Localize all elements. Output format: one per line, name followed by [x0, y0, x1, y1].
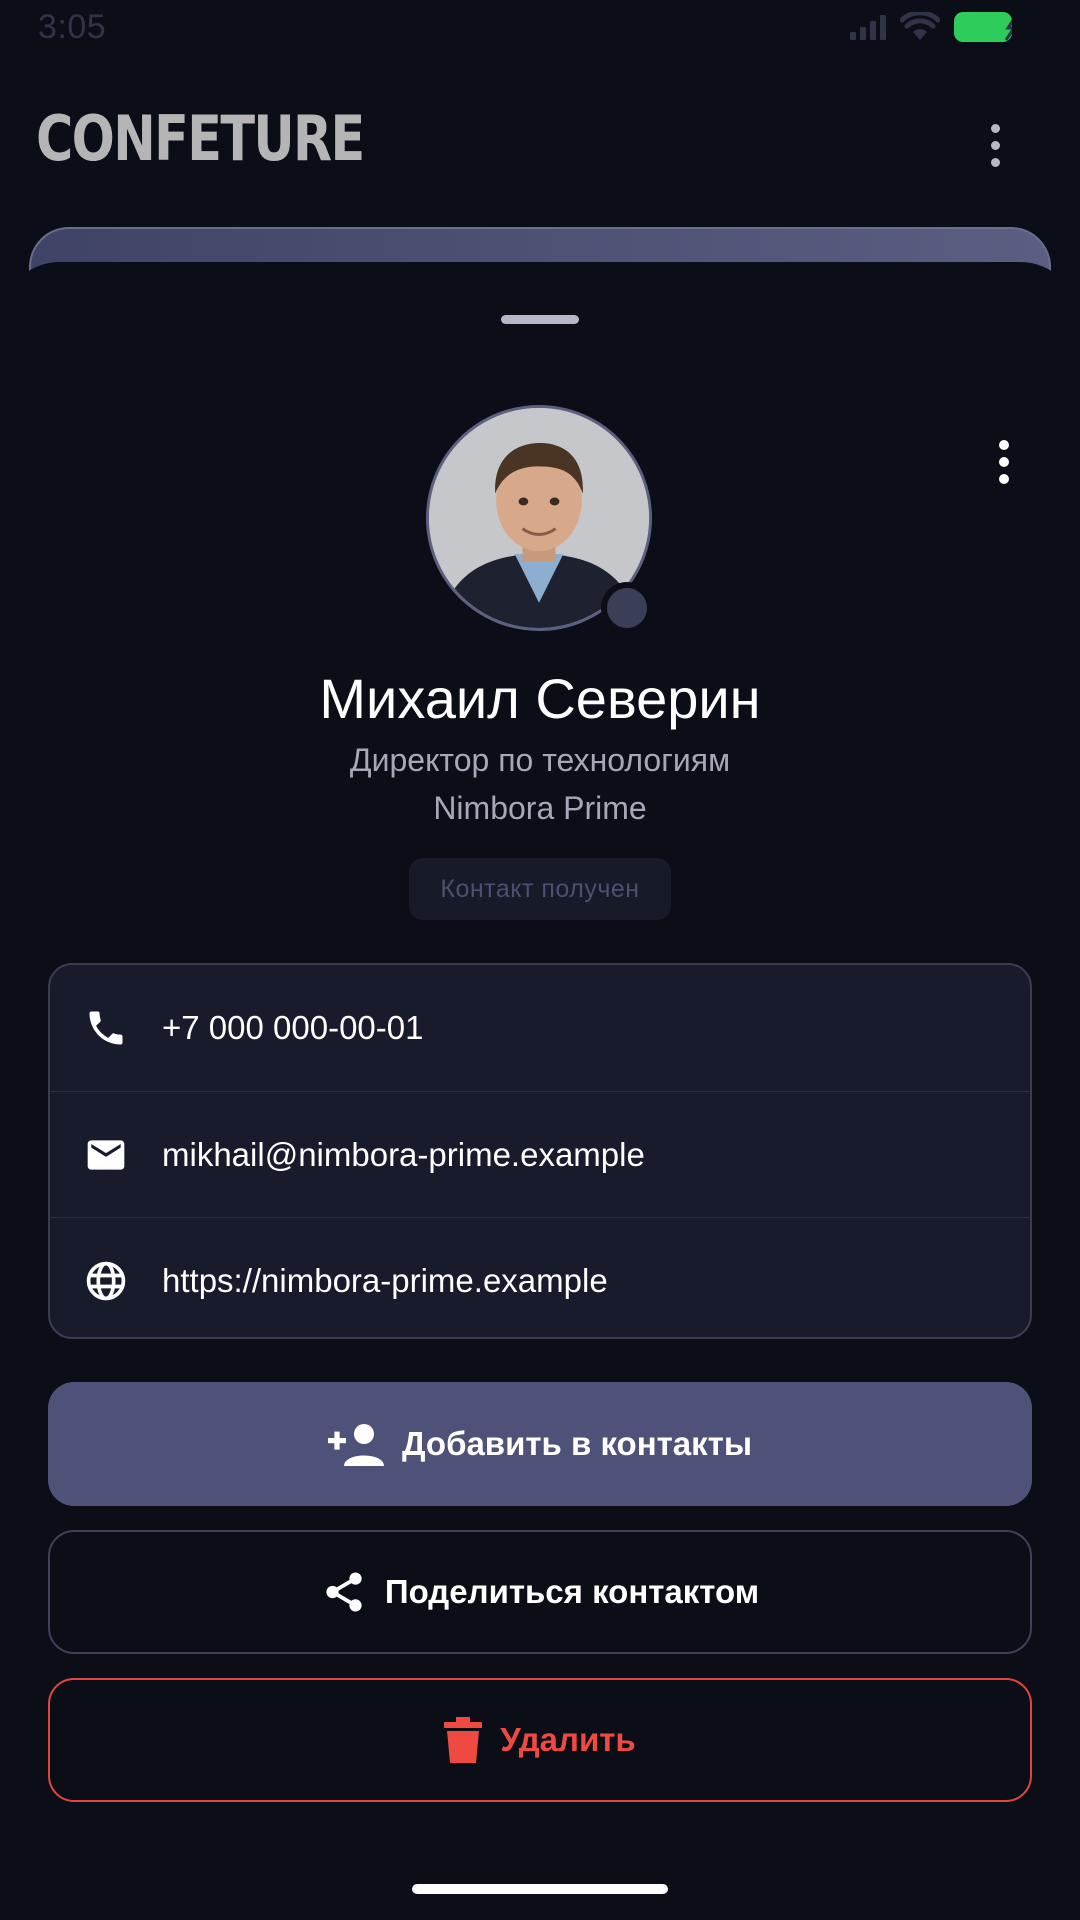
- phone-row[interactable]: +7 000 000-00-01: [50, 965, 1030, 1091]
- share-icon: [326, 1572, 362, 1612]
- phone-number: +7 000 000-00-01: [162, 1009, 424, 1046]
- delete-button[interactable]: Удалить: [48, 1678, 1032, 1802]
- add-to-contacts-label: Добавить в контакты: [402, 1425, 752, 1462]
- website-url: https://nimbora-prime.example: [162, 1261, 608, 1299]
- email-address: mikhail@nimbora-prime.example: [162, 1135, 645, 1173]
- delete-label: Удалить: [500, 1721, 636, 1758]
- status-icons: [850, 12, 1012, 42]
- cellular-signal-icon: [850, 14, 886, 40]
- share-contact-button[interactable]: Поделиться контактом: [48, 1530, 1032, 1654]
- home-indicator[interactable]: [412, 1884, 668, 1894]
- header-more-menu-icon[interactable]: [960, 110, 1030, 180]
- person-add-icon: [328, 1424, 384, 1466]
- phone-icon: [89, 1011, 123, 1045]
- contact-info-card: +7 000 000-00-01 mikhail@nimbora-prime.e…: [48, 963, 1032, 1339]
- globe-icon: [86, 1261, 126, 1300]
- wifi-icon: [900, 12, 940, 40]
- trash-icon: [444, 1717, 483, 1763]
- email-row[interactable]: mikhail@nimbora-prime.example: [50, 1091, 1030, 1217]
- email-icon: [87, 1139, 125, 1170]
- app-header: CONFETURE: [0, 60, 1080, 210]
- drag-handle[interactable]: [501, 315, 579, 324]
- app-logo: CONFETURE: [36, 102, 365, 175]
- contact-title: Директор по технологиям: [349, 742, 731, 778]
- contact-company: Nimbora Prime: [433, 790, 647, 826]
- contact-bottom-sheet: Михаил Северин Директор по технологиям N…: [0, 262, 1080, 1920]
- share-contact-label: Поделиться контактом: [384, 1573, 760, 1610]
- battery-charging-icon: [954, 12, 1012, 42]
- status-indicator: [601, 582, 653, 634]
- website-row[interactable]: https://nimbora-prime.example: [50, 1217, 1030, 1337]
- status-bar: 3:05: [0, 0, 1080, 60]
- add-to-contacts-button[interactable]: Добавить в контакты: [48, 1382, 1032, 1506]
- more-options-icon[interactable]: [974, 432, 1034, 492]
- status-time: 3:05: [38, 8, 107, 46]
- contact-name: Михаил Северин: [319, 667, 761, 730]
- status-badge: Контакт получен: [409, 858, 671, 920]
